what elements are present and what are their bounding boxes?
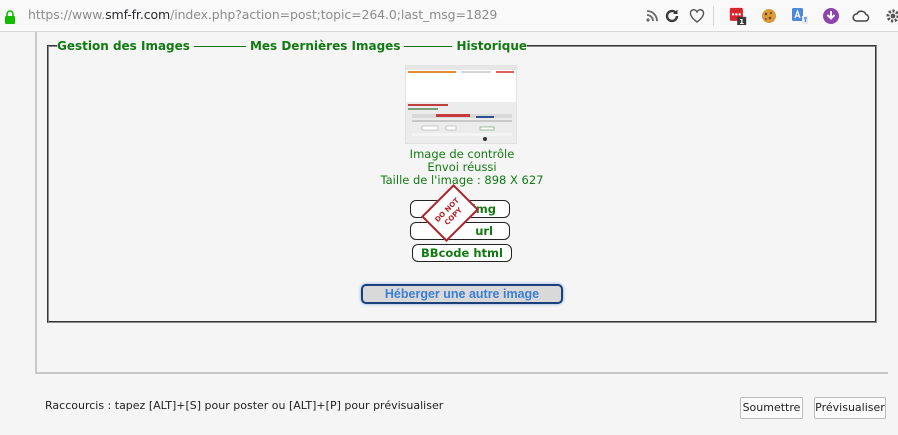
lock-icon <box>5 10 15 24</box>
tab-divider <box>193 46 246 47</box>
cloud-icon[interactable] <box>852 7 870 25</box>
keyboard-shortcuts-hint: Raccourcis : tapez [ALT]+[S] pour poster… <box>45 399 444 412</box>
url-prefix: https://www. <box>28 7 106 22</box>
post-page: Gestion des Images Mes Dernières Images Hi… <box>0 32 898 435</box>
reload-icon[interactable] <box>663 7 681 25</box>
heart-icon[interactable] <box>688 7 706 25</box>
rss-icon[interactable] <box>643 7 661 25</box>
url-host: smf-fr.com <box>105 7 171 22</box>
toolbar-separator <box>713 6 714 26</box>
address-bar[interactable]: https://www.smf-fr.com/index.php?action=… <box>28 7 497 22</box>
browser-url-bar: https://www.smf-fr.com/index.php?action=… <box>0 0 898 32</box>
tab-historique[interactable]: Historique <box>456 39 527 53</box>
preview-button[interactable]: Prévisualiser <box>814 397 886 419</box>
upload-status: Envoi réussi <box>427 160 497 174</box>
url-path: /index.php?action=post;topic=264.0;last_… <box>170 7 498 22</box>
translate-icon[interactable] <box>791 7 809 25</box>
image-caption: Image de contrôle <box>409 147 515 161</box>
extension-menu-icon[interactable]: 1 <box>729 7 747 25</box>
host-another-image-button[interactable]: Héberger une autre image <box>361 284 563 304</box>
image-size-text: Taille de l'image : 898 X 627 <box>380 173 544 187</box>
thumbnail-preview-image <box>406 66 516 143</box>
tab-gestion-images[interactable]: Gestion des Images <box>57 39 190 53</box>
uploaded-image-thumbnail[interactable] <box>405 65 517 144</box>
gear-icon[interactable] <box>884 7 898 25</box>
cookie-icon[interactable] <box>760 7 778 25</box>
submit-button[interactable]: Soumettre <box>740 397 803 419</box>
bbcode-html-button[interactable]: BBcode html <box>412 244 512 262</box>
extension-badge-count: 1 <box>739 17 744 25</box>
download-icon[interactable] <box>822 7 840 25</box>
panel-tabs: Gestion des Images Mes Dernières Images Hi… <box>57 39 527 53</box>
tab-mes-dernieres-images[interactable]: Mes Dernières Images <box>250 39 401 53</box>
tab-divider <box>404 46 453 47</box>
